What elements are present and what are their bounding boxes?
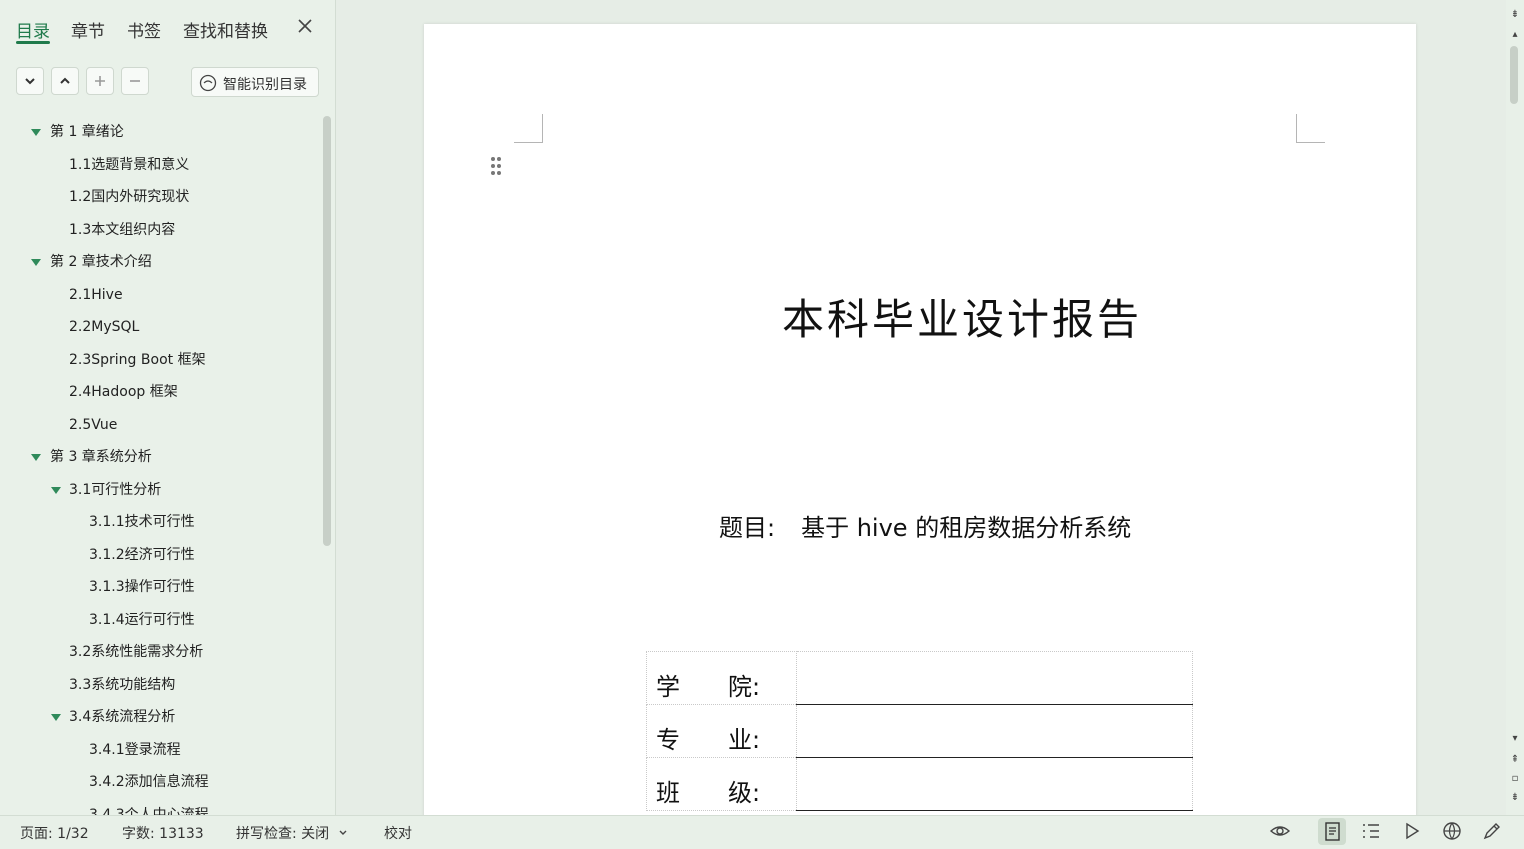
tab-chapters[interactable]: 章节	[71, 17, 105, 42]
margin-mark-top-left	[514, 114, 543, 143]
eye-protection-icon[interactable]	[1269, 821, 1291, 841]
web-view-icon[interactable]	[1441, 821, 1463, 841]
toc-item[interactable]: 2.4Hadoop 框架	[69, 379, 178, 405]
scroll-down-icon[interactable]: ▾	[1509, 733, 1521, 745]
proofread-button[interactable]: 校对	[384, 823, 412, 843]
page-indicator[interactable]: 页面: 1/32	[20, 823, 89, 843]
table-row: 学 院:	[646, 651, 1193, 705]
close-icon	[298, 19, 312, 33]
minus-icon	[130, 80, 140, 82]
word-count[interactable]: 字数: 13133	[122, 823, 204, 843]
scrollbar-thumb[interactable]	[1510, 46, 1518, 104]
page-view-button[interactable]	[1318, 818, 1346, 845]
toc-item[interactable]: 1.1选题背景和意义	[69, 152, 189, 178]
info-table: 学 院: 专 业: 班 级:	[646, 651, 1193, 811]
field-value-class[interactable]	[796, 757, 1193, 811]
pen-icon[interactable]	[1481, 821, 1503, 841]
tab-toc[interactable]: 目录	[16, 17, 50, 42]
document-canvas: 本科毕业设计报告 题目: 基于 hive 的租房数据分析系统 学 院: 专 业: …	[336, 0, 1506, 815]
toc-item[interactable]: 3.1.1技术可行性	[89, 509, 195, 535]
remove-item-button[interactable]	[121, 67, 149, 95]
toc-item[interactable]: 3.4.3个人中心流程	[89, 802, 209, 816]
chevron-down-icon	[25, 78, 35, 85]
expand-caret-icon[interactable]	[31, 259, 41, 266]
outline-view-icon[interactable]	[1360, 821, 1382, 841]
tab-bookmarks[interactable]: 书签	[127, 17, 161, 42]
toc-item[interactable]: 第 3 章系统分析	[50, 444, 152, 470]
field-label-college: 学 院:	[646, 651, 797, 705]
add-item-button[interactable]	[86, 67, 114, 95]
field-label-class: 班 级:	[646, 757, 797, 811]
close-pane-button[interactable]	[295, 16, 315, 38]
document-page[interactable]: 本科毕业设计报告 题目: 基于 hive 的租房数据分析系统 学 院: 专 业: …	[424, 24, 1416, 815]
smart-toc-button[interactable]: 智能识别目录	[191, 67, 319, 97]
scroll-options-icon[interactable]: ⇟	[1509, 9, 1521, 21]
spell-check-label: 拼写检查: 关闭	[236, 826, 330, 842]
chevron-up-icon	[60, 77, 70, 84]
toc-item[interactable]: 3.4.1登录流程	[89, 737, 181, 763]
margin-mark-top-right	[1296, 114, 1325, 143]
document-title[interactable]: 本科毕业设计报告	[424, 286, 1416, 347]
next-page-icon[interactable]: ⇟	[1509, 792, 1521, 804]
toc-item[interactable]: 3.1可行性分析	[69, 477, 161, 503]
toc-item[interactable]: 3.4系统流程分析	[69, 704, 175, 730]
expand-caret-icon[interactable]	[31, 454, 41, 461]
navigation-pane: 目录 章节 书签 查找和替换 智能识别目录 第 1 章绪论 1.1选题背景和意义 1…	[0, 0, 336, 815]
page-view-icon	[1325, 822, 1340, 841]
smart-recognize-icon	[199, 74, 217, 92]
toc-item[interactable]: 第 1 章绪论	[50, 119, 124, 145]
select-browse-object-icon[interactable]: ▫	[1509, 773, 1521, 785]
toc-item[interactable]: 2.1Hive	[69, 282, 123, 308]
subject-value: 基于 hive 的租房数据分析系统	[801, 514, 1132, 542]
field-label-major: 专 业:	[646, 704, 797, 758]
previous-page-icon[interactable]: ⇞	[1509, 754, 1521, 766]
smart-toc-label: 智能识别目录	[223, 77, 307, 93]
field-value-major[interactable]	[796, 704, 1193, 758]
expand-caret-icon[interactable]	[51, 714, 61, 721]
toc-item[interactable]: 1.3本文组织内容	[69, 217, 175, 243]
table-row: 专 业:	[646, 704, 1193, 758]
nav-tabs: 目录 章节 书签 查找和替换	[0, 0, 335, 52]
toc-item[interactable]: 3.1.4运行可行性	[89, 607, 195, 633]
collapse-all-button[interactable]	[16, 67, 44, 95]
toc-item[interactable]: 2.2MySQL	[69, 314, 139, 340]
expand-caret-icon[interactable]	[51, 486, 61, 494]
toc-item[interactable]: 3.1.2经济可行性	[89, 542, 195, 568]
table-row: 班 级:	[646, 757, 1193, 811]
drag-handle-icon[interactable]	[490, 156, 502, 180]
status-bar: 页面: 1/32 字数: 13133 拼写检查: 关闭 校对	[0, 815, 1524, 847]
toc-item[interactable]: 3.4.2添加信息流程	[89, 769, 209, 795]
toc-item[interactable]: 2.3Spring Boot 框架	[69, 347, 206, 373]
toc-scrollbar[interactable]	[323, 116, 331, 546]
toc-item[interactable]: 1.2国内外研究现状	[69, 184, 189, 210]
expand-caret-icon[interactable]	[31, 129, 41, 136]
toc-item[interactable]: 第 2 章技术介绍	[50, 249, 152, 275]
tab-find-replace[interactable]: 查找和替换	[183, 17, 268, 42]
toc-item[interactable]: 3.3系统功能结构	[69, 672, 175, 698]
toc-item[interactable]: 3.2系统性能需求分析	[69, 639, 203, 665]
scroll-up-icon[interactable]: ▴	[1509, 29, 1521, 41]
toc-item[interactable]: 2.5Vue	[69, 412, 117, 438]
document-subject[interactable]: 题目: 基于 hive 的租房数据分析系统	[719, 508, 1131, 543]
play-icon[interactable]	[1401, 821, 1423, 841]
toc-item[interactable]: 3.1.3操作可行性	[89, 574, 195, 600]
chevron-down-icon	[339, 830, 347, 835]
field-value-college[interactable]	[796, 651, 1193, 705]
plus-icon	[95, 76, 105, 86]
toc-tree: 第 1 章绪论 1.1选题背景和意义 1.2国内外研究现状 1.3本文组织内容第 2 …	[0, 116, 320, 815]
subject-label: 题目:	[719, 514, 776, 542]
spell-check-status[interactable]: 拼写检查: 关闭	[236, 823, 348, 843]
active-tab-indicator	[16, 41, 50, 44]
vertical-scrollbar[interactable]: ⇟ ▴ ▾ ⇞ ▫ ⇟	[1506, 0, 1524, 815]
expand-all-button[interactable]	[51, 67, 79, 95]
